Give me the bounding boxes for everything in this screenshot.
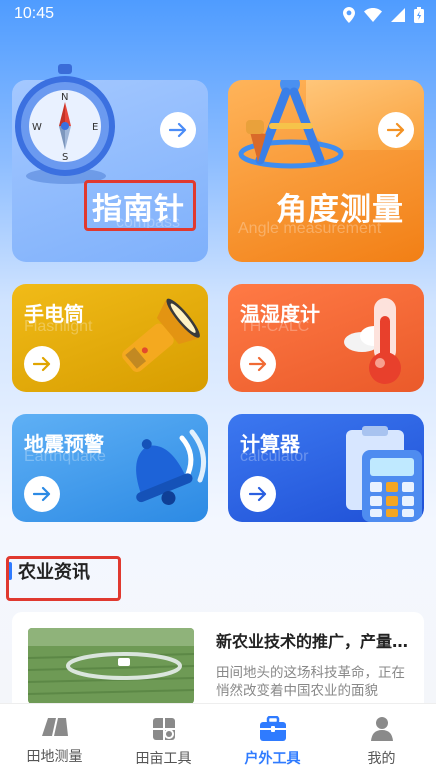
news-title-highlight xyxy=(6,556,121,601)
angle-title: 角度测量 xyxy=(276,192,404,228)
compass-arrow-button[interactable] xyxy=(160,112,196,148)
flashlight-card[interactable]: 手电筒 Flashlight xyxy=(12,284,208,392)
profile-icon xyxy=(370,717,393,741)
hygrometer-card[interactable]: 温湿度计 TH-CALC xyxy=(228,284,424,392)
battery-icon xyxy=(414,7,424,23)
calculator-title: 计算器 xyxy=(240,432,300,456)
compass-title-highlight xyxy=(84,180,196,231)
status-time: 10:45 xyxy=(14,5,55,22)
tab-field-measure[interactable]: 田地测量 xyxy=(0,704,109,775)
calculator-icon xyxy=(346,426,422,522)
svg-text:E: E xyxy=(92,122,98,133)
thermometer-icon xyxy=(344,298,401,384)
tab-label: 户外工具 xyxy=(244,751,301,767)
arrow-right-icon xyxy=(33,486,51,502)
tab-profile[interactable]: 我的 xyxy=(327,704,436,775)
flashlight-arrow-button[interactable] xyxy=(24,346,60,382)
svg-text:N: N xyxy=(61,92,68,103)
flashlight-icon xyxy=(122,298,200,372)
news-thumbnail xyxy=(28,628,194,704)
outdoor-toolbox-icon xyxy=(259,716,286,741)
field-tools-icon xyxy=(152,718,175,740)
tab-field-tools[interactable]: 田亩工具 xyxy=(109,704,218,775)
hygrometer-arrow-button[interactable] xyxy=(240,346,276,382)
tab-label: 我的 xyxy=(367,751,396,767)
tab-label: 田地测量 xyxy=(26,749,83,765)
arrow-right-icon xyxy=(249,356,267,372)
status-bar: 10:45 xyxy=(0,0,436,32)
location-icon xyxy=(343,7,355,23)
earthquake-title: 地震预警 xyxy=(24,432,104,456)
svg-text:S: S xyxy=(62,152,68,163)
news-item-title[interactable]: 新农业技术的推广，产量提升 xyxy=(216,628,416,652)
angle-arrow-button[interactable] xyxy=(378,112,414,148)
earthquake-arrow-button[interactable] xyxy=(24,476,60,512)
wifi-icon xyxy=(364,8,382,22)
alarm-bell-icon xyxy=(136,429,207,505)
hygrometer-title: 温湿度计 xyxy=(240,302,320,326)
compass-icon: N E W S xyxy=(15,64,115,184)
signal-icon xyxy=(391,8,405,22)
field-measure-icon xyxy=(41,718,68,736)
calculator-card[interactable]: 计算器 calculator xyxy=(228,414,424,522)
earthquake-card[interactable]: 地震预警 Earthquake xyxy=(12,414,208,522)
arrow-right-icon xyxy=(249,486,267,502)
svg-text:W: W xyxy=(32,122,42,133)
protractor-compass-icon xyxy=(238,80,344,169)
news-item-description: 田间地头的这场科技革命，正在悄然改变着中国农业的面貌 xyxy=(216,665,405,699)
news-card[interactable]: 新农业技术的推广，产量提升 田间地头的这场科技革命，正在悄然改变着中国农业的面貌 xyxy=(12,612,424,712)
tab-label: 田亩工具 xyxy=(135,751,192,767)
screen: 10:45 指南针 compass N E W S 角度测量 Angle mea… xyxy=(0,0,436,775)
arrow-right-icon xyxy=(33,356,51,372)
calculator-arrow-button[interactable] xyxy=(240,476,276,512)
flashlight-title: 手电筒 xyxy=(24,302,84,326)
arrow-right-icon xyxy=(169,122,187,138)
angle-card[interactable]: 角度测量 Angle measurement xyxy=(228,80,424,262)
status-icons xyxy=(343,7,424,23)
tab-outdoor-tools[interactable]: 户外工具 xyxy=(218,704,327,775)
bottom-tab-bar: 田地测量 田亩工具 户外工具 我的 xyxy=(0,703,436,775)
arrow-right-icon xyxy=(387,122,405,138)
